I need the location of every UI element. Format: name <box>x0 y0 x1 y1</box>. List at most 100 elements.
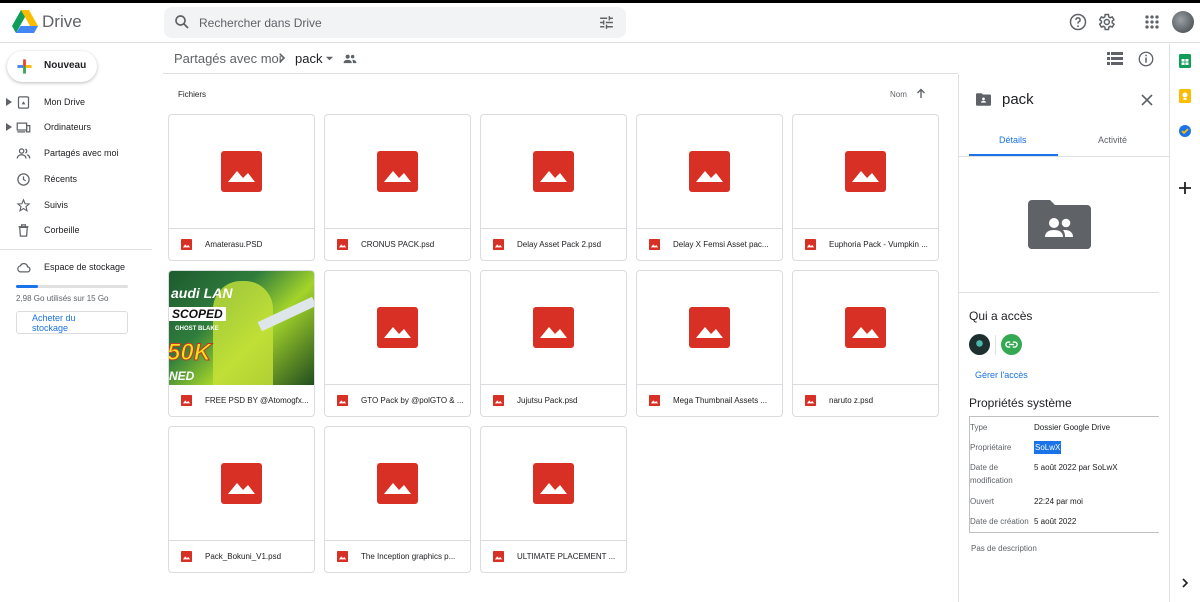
dropdown-arrow-icon[interactable] <box>325 54 334 63</box>
sidebar-item-storage[interactable]: Espace de stockage <box>0 257 152 279</box>
sidebar-item-label: Corbeille <box>44 225 80 235</box>
link-sharing-button[interactable] <box>1001 334 1022 355</box>
file-name: Euphoria Pack - Vumpkin ... <box>829 240 928 249</box>
file-name: Delay X Femsi Asset pac... <box>673 240 769 249</box>
image-file-icon <box>221 151 262 192</box>
file-card[interactable]: Mega Thumbnail Assets ... <box>636 270 783 417</box>
drive-logo-icon[interactable] <box>12 10 38 34</box>
file-card[interactable]: ULTIMATE PLACEMENT ... <box>480 426 627 573</box>
property-value: Dossier Google Drive <box>1034 423 1111 432</box>
apps-grid-icon[interactable] <box>1142 12 1162 32</box>
image-file-small-icon <box>805 395 816 406</box>
tab-details[interactable]: Détails <box>999 135 1027 145</box>
property-key: Date de modification <box>970 463 1013 485</box>
cloud-icon <box>17 262 31 273</box>
file-name: CRONUS PACK.psd <box>361 240 435 249</box>
file-thumbnail <box>793 115 938 229</box>
file-name: Amaterasu.PSD <box>205 240 263 249</box>
preview-text: GHOST BLAKE <box>175 326 219 332</box>
file-card[interactable]: Jujutsu Pack.psd <box>480 270 627 417</box>
sidebar-item-label: Partagés avec moi <box>44 148 119 158</box>
no-description-text: Pas de description <box>971 544 1037 553</box>
file-thumbnail: audi LAN SCOPED GHOST BLAKE 50K NED <box>169 271 314 385</box>
tasks-icon[interactable] <box>1178 124 1192 138</box>
access-separator <box>995 335 996 355</box>
sidebar-item-recent[interactable]: Récents <box>0 169 152 191</box>
sidebar-item-computers[interactable]: Ordinateurs <box>0 117 152 139</box>
file-card[interactable]: Amaterasu.PSD <box>168 114 315 261</box>
image-file-small-icon <box>493 551 504 562</box>
buy-storage-label: Acheter du stockage <box>32 313 76 333</box>
manage-access-link[interactable]: Gérer l'accès <box>975 370 1028 380</box>
file-thumbnail <box>793 271 938 385</box>
star-icon <box>16 198 31 213</box>
buy-storage-button[interactable]: Acheter du stockage <box>16 311 128 334</box>
list-view-icon[interactable] <box>1107 52 1123 66</box>
file-thumbnail <box>325 115 470 229</box>
close-icon[interactable] <box>1141 94 1153 106</box>
file-card[interactable]: audi LAN SCOPED GHOST BLAKE 50K NED FREE… <box>168 270 315 417</box>
file-name: Mega Thumbnail Assets ... <box>673 396 768 405</box>
search-input[interactable] <box>199 12 579 33</box>
sidebar-item-starred[interactable]: Suivis <box>0 195 152 217</box>
file-name: GTO Pack by @polGTO & ... <box>361 396 464 405</box>
search-icon[interactable] <box>173 13 191 31</box>
file-card[interactable]: GTO Pack by @polGTO & ... <box>324 270 471 417</box>
file-card[interactable]: The Inception graphics p... <box>324 426 471 573</box>
keep-icon[interactable] <box>1178 89 1192 103</box>
image-file-small-icon <box>493 395 504 406</box>
sort-by-name[interactable]: Nom <box>890 90 907 99</box>
file-card[interactable]: Euphoria Pack - Vumpkin ... <box>792 114 939 261</box>
sort-ascending-arrow-icon[interactable] <box>916 88 926 99</box>
shared-folder-people-icon <box>343 54 357 64</box>
user-avatar[interactable] <box>969 334 990 355</box>
file-name: ULTIMATE PLACEMENT ... <box>517 552 616 561</box>
owner-value[interactable]: SoLwX <box>1034 441 1062 454</box>
trash-icon <box>18 224 29 237</box>
search-box[interactable] <box>164 7 626 38</box>
search-options-icon[interactable] <box>598 14 615 31</box>
files-section-label: Fichiers <box>178 90 207 99</box>
file-name: naruto z.psd <box>829 396 874 405</box>
plus-icon <box>17 59 32 74</box>
sheets-icon[interactable] <box>1178 54 1192 68</box>
help-icon[interactable] <box>1068 12 1088 32</box>
tabs-divider <box>959 156 1169 157</box>
panel-divider <box>959 292 1159 293</box>
image-file-icon <box>533 151 574 192</box>
preview-text: SCOPED <box>169 307 226 321</box>
shared-people-icon <box>16 148 31 159</box>
sidebar-item-shared-with-me[interactable]: Partagés avec moi <box>0 143 152 165</box>
breadcrumb-current[interactable]: pack <box>295 51 322 66</box>
file-card[interactable]: Delay Asset Pack 2.psd <box>480 114 627 261</box>
image-file-small-icon <box>649 239 660 250</box>
chevron-right-icon[interactable] <box>1180 578 1190 588</box>
sidebar-item-my-drive[interactable]: Mon Drive <box>0 92 152 114</box>
sidebar-item-trash[interactable]: Corbeille <box>0 220 152 242</box>
add-addon-plus-icon[interactable] <box>1178 181 1192 195</box>
settings-gear-icon[interactable] <box>1096 12 1116 32</box>
system-properties-heading: Propriétés système <box>969 396 1072 410</box>
file-card[interactable]: Delay X Femsi Asset pac... <box>636 114 783 261</box>
expand-arrow-icon[interactable] <box>6 123 12 131</box>
expand-arrow-icon[interactable] <box>6 98 12 106</box>
image-file-small-icon <box>493 239 504 250</box>
file-name: Delay Asset Pack 2.psd <box>517 240 602 249</box>
tab-activity[interactable]: Activité <box>1098 135 1127 145</box>
file-thumbnail <box>637 271 782 385</box>
file-card[interactable]: Pack_Bokuni_V1.psd <box>168 426 315 573</box>
storage-usage-text: 2,98 Go utilisés sur 15 Go <box>16 294 109 303</box>
chevron-right-icon <box>279 53 286 63</box>
file-name: The Inception graphics p... <box>361 552 456 561</box>
clock-icon <box>17 173 30 186</box>
shared-folder-icon <box>976 93 991 106</box>
info-icon[interactable] <box>1137 50 1155 68</box>
breadcrumb-parent[interactable]: Partagés avec moi <box>174 51 282 66</box>
property-key: Date de création <box>970 517 1029 526</box>
file-card[interactable]: CRONUS PACK.psd <box>324 114 471 261</box>
new-button[interactable]: Nouveau <box>7 51 97 82</box>
image-file-icon <box>377 307 418 348</box>
account-avatar[interactable] <box>1172 11 1194 33</box>
file-card[interactable]: naruto z.psd <box>792 270 939 417</box>
system-properties-table: Type Dossier Google Drive Propriétaire S… <box>969 416 1159 533</box>
